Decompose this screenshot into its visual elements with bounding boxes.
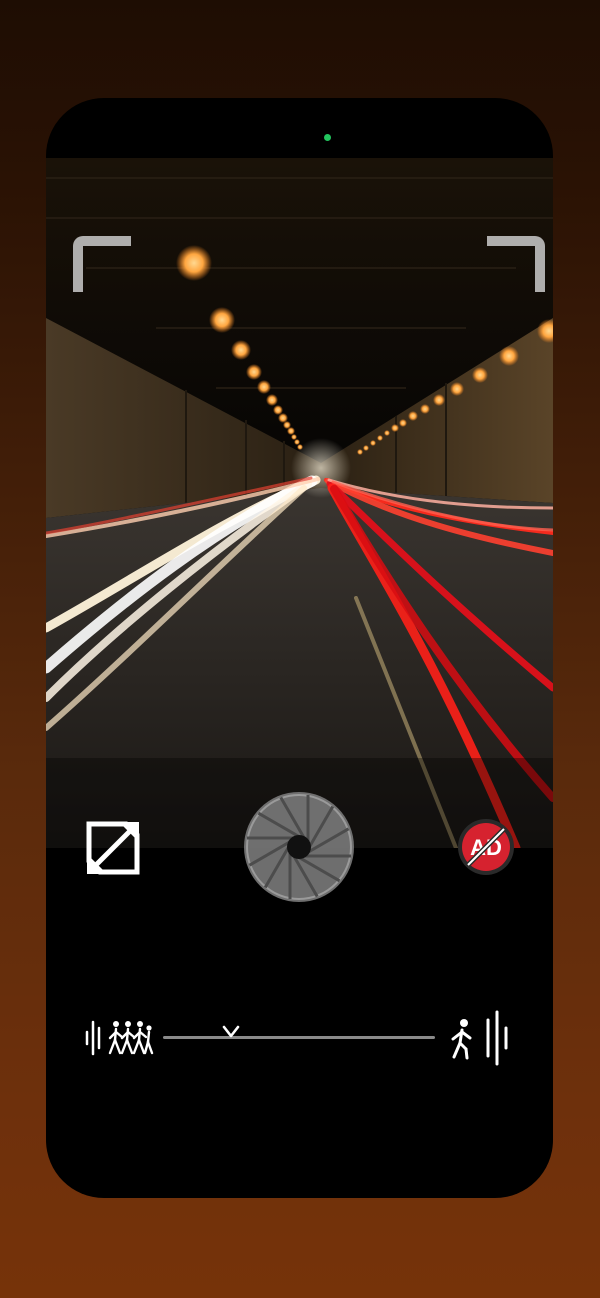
no-ads-button[interactable]: AD (456, 817, 516, 877)
sensitivity-slider-track[interactable] (163, 1025, 435, 1039)
shutter-button[interactable] (243, 791, 355, 903)
sensitivity-control (84, 1010, 516, 1066)
phone-frame: AD (46, 98, 553, 1198)
expand-button[interactable] (85, 820, 141, 876)
sound-bars-icon (85, 1020, 101, 1056)
expand-arrows-icon (86, 821, 140, 875)
crowd-icon (108, 1021, 154, 1055)
sound-bars-icon (486, 1010, 508, 1066)
no-ads-icon: AD (458, 819, 514, 875)
focus-frame-corner-top-left (73, 236, 131, 292)
camera-status-indicator (324, 134, 331, 141)
single-walker-icon (451, 1019, 472, 1060)
aperture-shutter-icon (244, 792, 354, 902)
focus-frame-corner-top-right (487, 236, 545, 292)
slider-thumb-chevron-icon[interactable] (222, 1024, 240, 1040)
